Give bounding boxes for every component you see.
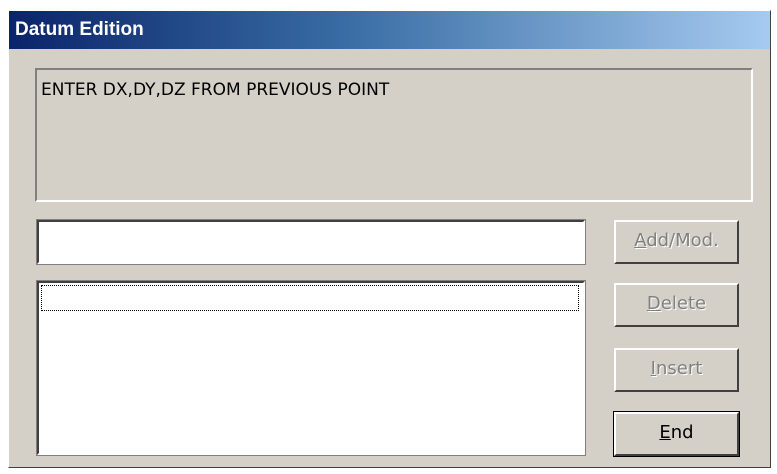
title-bar[interactable]: Datum Edition — [9, 11, 770, 49]
delete-button[interactable]: Delete — [614, 283, 739, 327]
window-title: Datum Edition — [15, 19, 144, 40]
list-item[interactable] — [41, 285, 579, 311]
datum-list[interactable] — [36, 280, 586, 456]
add-mod-button[interactable]: Add/Mod. — [614, 220, 739, 264]
datum-edition-dialog: Datum Edition ENTER DX,DY,DZ FROM PREVIO… — [8, 10, 771, 468]
end-button[interactable]: End — [613, 411, 740, 457]
message-panel: ENTER DX,DY,DZ FROM PREVIOUS POINT — [35, 68, 753, 202]
coordinate-input[interactable] — [36, 219, 586, 265]
prompt-message: ENTER DX,DY,DZ FROM PREVIOUS POINT — [41, 80, 390, 100]
insert-button[interactable]: Insert — [614, 348, 739, 392]
